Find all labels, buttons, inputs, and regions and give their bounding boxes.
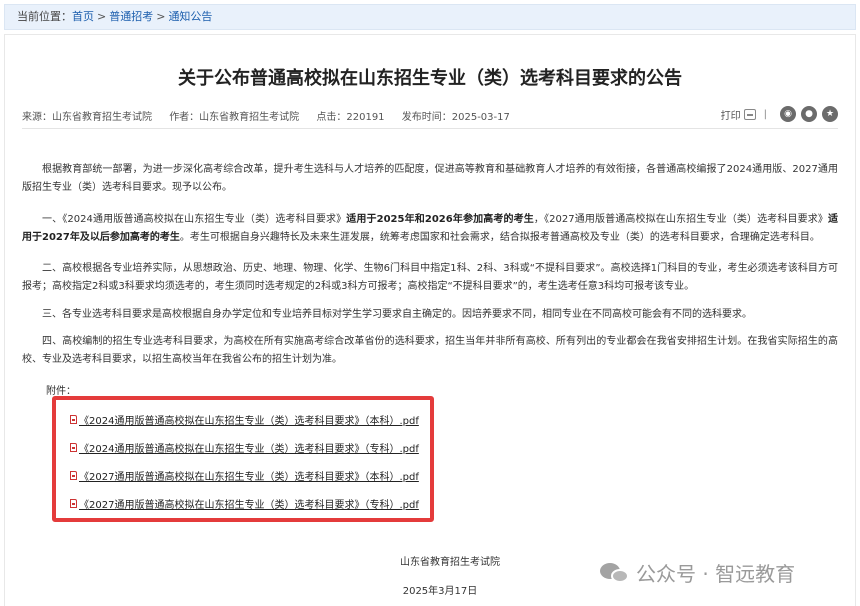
paragraph-intro: 根据教育部统一部署，为进一步深化高考综合改革，提升考生选科与人才培养的匹配度，促…: [22, 164, 838, 193]
attachments-label: 附件：: [46, 386, 76, 397]
breadcrumb-sep: >: [97, 10, 107, 23]
attachment-link[interactable]: 《2024通用版普通高校拟在山东招生专业（类）选考科目要求》（专科）.pdf: [70, 440, 419, 455]
weibo-share-icon[interactable]: ◉: [780, 106, 796, 122]
paragraph-4: 四、高校编制的招生专业选考科目要求，为高校在所有实施高考综合改革省份的选科要求，…: [22, 336, 838, 365]
paragraph-3: 三、各专业选考科目要求是高校根据自身办学定位和专业培养目标对学生学习要求自主确定…: [42, 309, 752, 320]
meta-divider: [22, 128, 838, 129]
qzone-share-icon[interactable]: ★: [822, 106, 838, 122]
wechat-share-icon[interactable]: ●: [801, 106, 817, 122]
breadcrumb: 当前位置：首页 > 普通招考 > 通知公告: [4, 4, 856, 30]
paragraph-1: 一、《2024通用版普通高校拟在山东招生专业（类）选考科目要求》适用于2025年…: [22, 214, 839, 243]
pdf-icon: [70, 443, 77, 452]
page-title: 关于公布普通高校拟在山东招生专业（类）选考科目要求的公告: [178, 68, 682, 89]
pdf-icon: [70, 499, 77, 508]
breadcrumb-home-link[interactable]: 首页: [72, 10, 94, 23]
pdf-icon: [70, 415, 77, 424]
breadcrumb-prefix: 当前位置：: [17, 10, 72, 23]
meta-source: 来源：山东省教育招生考试院: [22, 112, 152, 123]
paragraph-2: 二、高校根据各专业培养实际，从思想政治、历史、地理、物理、化学、生物6门科目中指…: [22, 263, 838, 292]
print-label: 打印: [720, 110, 741, 122]
pdf-icon: [70, 471, 77, 480]
attachment-link[interactable]: 《2027通用版普通高校拟在山东招生专业（类）选考科目要求》（专科）.pdf: [70, 496, 419, 511]
meta-date: 发布时间：2025-03-17: [401, 112, 510, 123]
tools-divider: |: [763, 108, 767, 120]
article-tools: 打印 | ◉ ● ★: [721, 106, 838, 122]
article-meta: 来源：山东省教育招生考试院 作者：山东省教育招生考试院 点击：220191 发布…: [22, 108, 524, 123]
attachments-highlight-box: 《2024通用版普通高校拟在山东招生专业（类）选考科目要求》（本科）.pdf 《…: [52, 396, 434, 522]
breadcrumb-notice-link[interactable]: 通知公告: [168, 10, 212, 23]
watermark: 公众号 · 智远教育: [600, 558, 795, 587]
attachment-link[interactable]: 《2027通用版普通高校拟在山东招生专业（类）选考科目要求》（本科）.pdf: [70, 468, 419, 483]
wechat-logo-icon: [600, 561, 630, 585]
meta-hits: 点击：220191: [316, 112, 385, 123]
meta-author: 作者：山东省教育招生考试院: [169, 112, 300, 123]
watermark-text: 公众号 · 智远教育: [636, 562, 796, 586]
print-button[interactable]: 打印: [721, 107, 756, 122]
attachment-link[interactable]: 《2024通用版普通高校拟在山东招生专业（类）选考科目要求》（本科）.pdf: [70, 412, 419, 427]
breadcrumb-general-exam-link[interactable]: 普通招考: [109, 10, 153, 23]
breadcrumb-sep: >: [156, 10, 166, 23]
print-icon: [743, 108, 756, 120]
